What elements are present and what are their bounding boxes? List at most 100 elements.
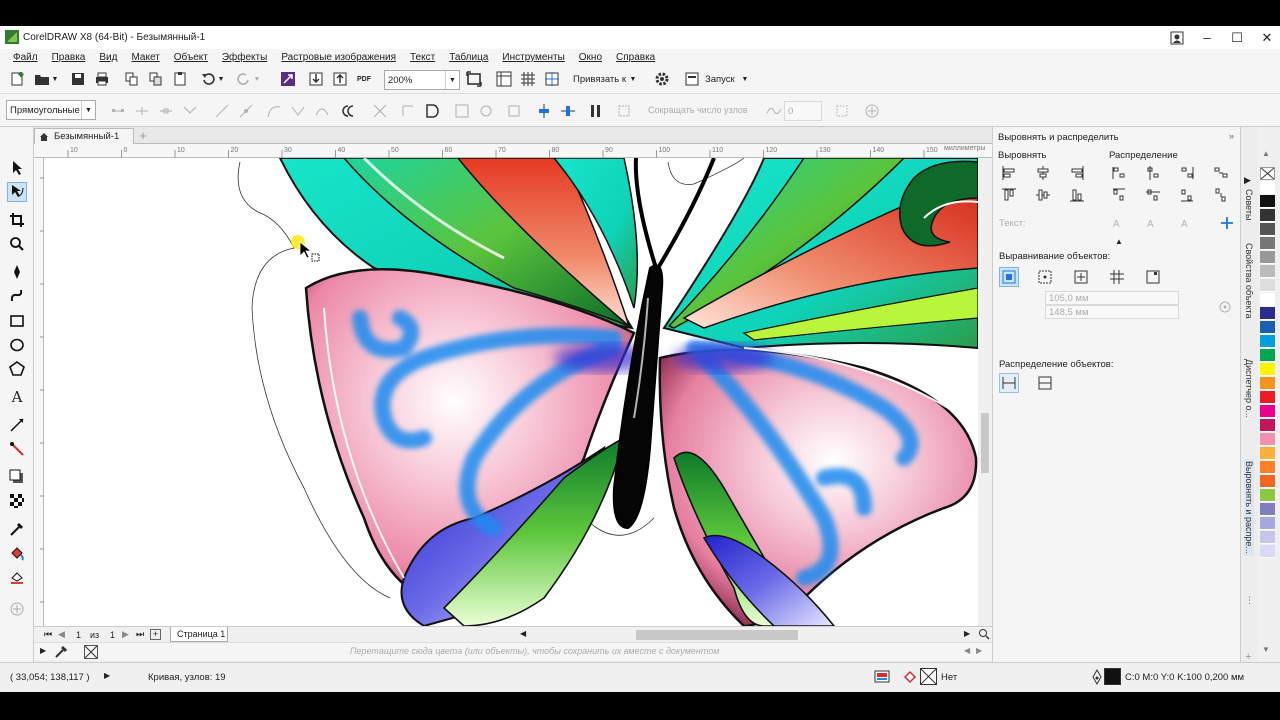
text-bounding-box-icon[interactable]: A [1177,213,1197,233]
palette-swatch[interactable] [1260,195,1275,208]
distribute-spacing-horizontal-icon[interactable] [1211,163,1231,183]
vertical-scrollbar[interactable] [978,158,992,626]
palette-swatch[interactable] [1260,419,1275,432]
no-fill-swatch-icon[interactable] [1260,167,1275,180]
palette-swatch[interactable] [1260,461,1275,474]
status-expand-icon[interactable]: ▶ [104,671,110,680]
align-right-icon[interactable] [1067,163,1087,183]
symmetrical-node-icon[interactable] [340,101,360,121]
palette-swatch[interactable] [1260,237,1275,250]
palette-swatch[interactable] [1260,223,1275,236]
align-vertical-center-icon[interactable] [1033,185,1053,205]
select-all-nodes-dotted-icon[interactable] [832,101,852,121]
palette-expand-icon[interactable]: ▶ [40,646,46,655]
account-icon[interactable] [1160,26,1194,49]
paste-icon[interactable] [170,69,190,89]
palette-swatch[interactable] [1260,377,1275,390]
palette-swatch[interactable] [1260,293,1275,306]
print-icon[interactable] [92,69,112,89]
palette-swatch[interactable] [1260,503,1275,516]
text-tool-icon[interactable]: A [7,387,27,407]
shape-tool-icon[interactable] [7,182,27,202]
launch-dropdown-icon[interactable]: ▼ [740,69,750,89]
distribute-to-selection-icon[interactable] [999,373,1019,393]
menu-help[interactable]: Справка [616,52,655,63]
show-guidelines-icon[interactable] [542,69,562,89]
close-curve-icon[interactable] [422,101,442,121]
align-to-grid-icon[interactable] [1107,267,1127,287]
outline-color-swatch[interactable] [1104,668,1121,685]
to-curve-icon[interactable] [264,101,284,121]
add-page-icon[interactable]: + [150,629,161,640]
new-document-icon[interactable] [8,69,28,89]
cusp-node-icon[interactable] [288,101,308,121]
palette-swatch[interactable] [1260,517,1275,530]
align-nodes-icon[interactable] [534,101,554,121]
docker-tab-hints[interactable]: Советы [1244,189,1254,220]
palette-swatch[interactable] [1260,335,1275,348]
align-to-page-center-icon[interactable] [1071,267,1091,287]
show-rulers-icon[interactable] [494,69,514,89]
maximize-button[interactable]: ☐ [1220,26,1254,49]
align-to-active-object-icon[interactable] [1217,213,1237,233]
horizontal-ruler[interactable]: 10 0 10 20 30 40 50 60 70 80 90 100 110 120 130 140 150 … [34,144,992,158]
outline-pen-icon[interactable] [1090,668,1104,686]
text-first-baseline-icon[interactable]: A [1109,213,1129,233]
ellipse-tool-icon[interactable] [7,335,27,355]
palette-scroll-down-icon[interactable]: ▼ [1262,645,1270,654]
menu-tools[interactable]: Инструменты [502,52,564,63]
menu-file[interactable]: Файл [13,52,38,63]
palette-swatch[interactable] [1260,363,1275,376]
smooth-node-icon[interactable] [312,101,332,121]
vertical-scroll-thumb[interactable] [981,413,989,473]
elastic-mode-icon[interactable] [586,101,606,121]
transparency-tool-icon[interactable] [7,491,27,511]
palette-swatch[interactable] [1260,447,1275,460]
palette-scroll-up-icon[interactable]: ▲ [1262,149,1270,158]
add-preset-icon[interactable] [862,101,882,121]
customize-toolbox-icon[interactable] [7,599,27,619]
search-content-icon[interactable] [278,69,298,89]
no-fill-icon[interactable] [920,668,937,685]
palette-swatch[interactable] [1260,209,1275,222]
align-to-specified-point-icon[interactable] [1143,267,1163,287]
select-node-icon[interactable] [614,101,634,121]
drop-shadow-tool-icon[interactable] [7,467,27,487]
butterfly-artwork[interactable] [44,158,978,626]
distribute-left-icon[interactable] [1109,163,1129,183]
select-all-nodes-icon[interactable] [108,101,128,121]
join-nodes-icon[interactable] [180,101,200,121]
options-gear-icon[interactable] [652,69,672,89]
y-coordinate-field[interactable]: 148,5 мм [1045,305,1179,319]
align-to-active-objects-icon[interactable] [999,267,1019,287]
menu-table[interactable]: Таблица [449,52,488,63]
delete-node-icon[interactable] [156,101,176,121]
docker-tab-object-properties[interactable]: Свойства объекта [1244,243,1254,319]
document-tab[interactable]: Безымянный-1 [34,128,134,144]
new-tab-plus-icon[interactable]: + [136,129,150,143]
parallel-dimension-tool-icon[interactable] [7,415,27,435]
palette-swatch[interactable] [1260,405,1275,418]
zoom-level-combo[interactable]: 200% ▼ [384,70,460,90]
align-top-icon[interactable] [999,185,1019,205]
redo-dropdown-icon[interactable]: ▼ [252,69,262,89]
distribute-bottom-icon[interactable] [1177,185,1197,205]
smoothness-field[interactable]: 0 [784,101,822,121]
menu-layout[interactable]: Макет [131,52,159,63]
connector-tool-icon[interactable] [7,439,27,459]
scroll-left-icon[interactable]: ◀ [520,629,526,638]
full-screen-icon[interactable] [464,69,484,89]
menu-text[interactable]: Текст [410,52,435,63]
menu-edit[interactable]: Правка [52,52,86,63]
zoom-tool-icon[interactable] [7,234,27,254]
save-icon[interactable] [68,69,88,89]
palette-swatch[interactable] [1260,531,1275,544]
docker-scroll-icon[interactable]: ⋮ [1245,595,1254,606]
import-icon[interactable] [306,69,326,89]
to-line-icon[interactable] [236,101,256,121]
snap-to-label[interactable]: Привязать к [573,74,626,85]
x-coordinate-field[interactable]: 105,0 мм [1045,291,1179,305]
palette-swatch[interactable] [1260,391,1275,404]
palette-scroll-right-icon[interactable]: ▶ [976,646,982,655]
copy-icon[interactable] [146,69,166,89]
